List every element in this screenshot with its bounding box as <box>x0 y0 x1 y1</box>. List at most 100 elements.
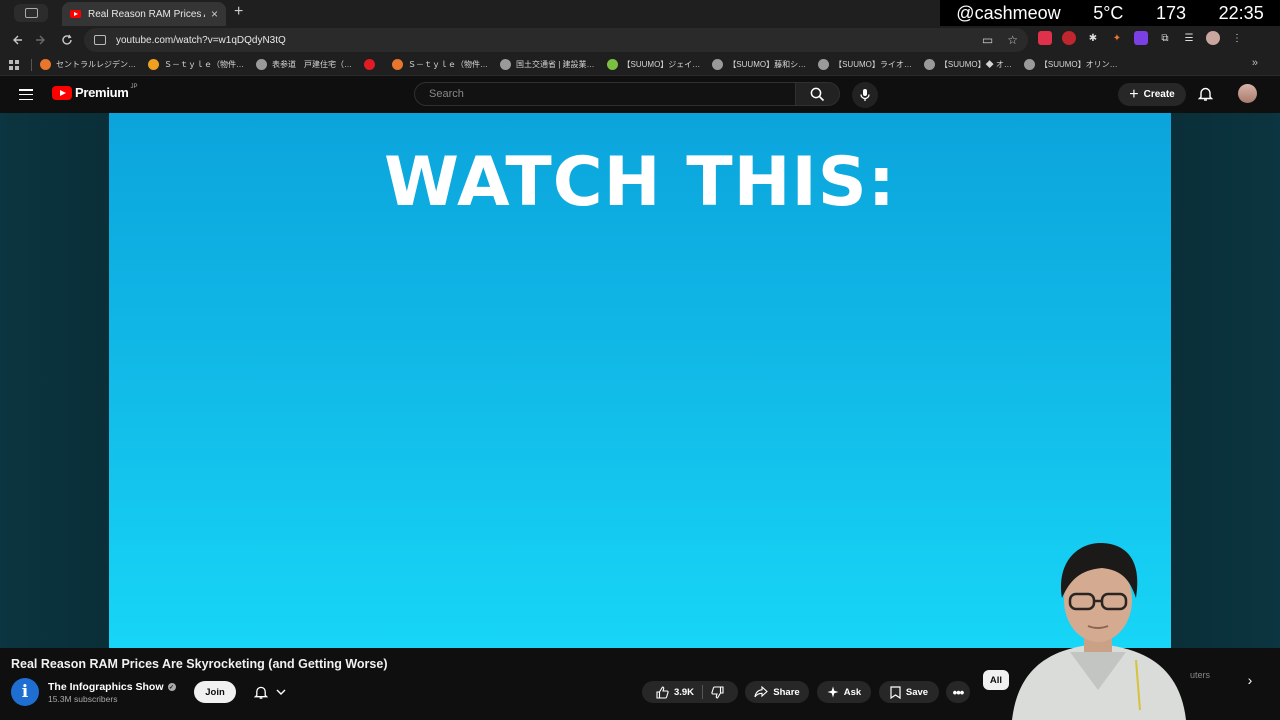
reading-list-icon[interactable]: ☰ <box>1182 31 1196 45</box>
extension-circle-icon[interactable] <box>1062 31 1076 45</box>
reload-button[interactable] <box>58 31 76 49</box>
youtube-favicon-icon <box>70 10 81 18</box>
address-bar[interactable]: youtube.com/watch?v=w1qDQdyN3tQ ▭ ☆ <box>84 28 1028 52</box>
status-overlay: @cashmeow 5°C 173 22:35 <box>940 0 1280 26</box>
share-button[interactable]: Share <box>745 681 809 703</box>
back-arrow-icon <box>13 35 22 45</box>
channel-name[interactable]: The Infographics Show <box>48 681 164 693</box>
extension-purple-icon[interactable] <box>1134 31 1148 45</box>
bookmark-favicon-icon <box>40 59 51 70</box>
bookmark-item[interactable]: 国土交通省 | 建設業… <box>500 59 595 70</box>
share-label: Share <box>773 686 800 698</box>
bookmark-item[interactable]: 【SUUMO】ジェイ… <box>606 59 700 70</box>
create-button[interactable]: + Create <box>1118 83 1186 106</box>
profile-avatar[interactable] <box>1206 31 1220 45</box>
search-box <box>414 82 796 106</box>
extensions-row: ✱ ✦ ⧉ ☰ ⋮ <box>1038 31 1244 45</box>
bookmark-item[interactable]: Ｓ－ｔｙｌｅ（物件… <box>148 59 244 70</box>
bookmark-favicon-icon <box>500 59 511 70</box>
bookmark-item[interactable]: 表参道 戸建住宅（… <box>256 59 352 70</box>
bookmark-label: 【SUUMO】◆ オ… <box>939 60 1012 69</box>
bookmark-item[interactable]: 【SUUMO】藤和シ… <box>712 59 806 70</box>
extension-red-icon[interactable] <box>1038 31 1052 45</box>
browser-menu-icon[interactable]: ⋮ <box>1230 31 1244 45</box>
verified-icon: ✓ <box>167 683 176 691</box>
bookmark-item[interactable]: セントラルレジデン… <box>40 59 136 70</box>
bookmark-label: Ｓ－ｔｙｌｅ（物件… <box>164 60 244 69</box>
bookmark-label: セントラルレジデン… <box>56 60 136 69</box>
notifications-button[interactable] <box>1197 86 1214 107</box>
save-button[interactable]: Save <box>879 681 939 703</box>
video-frame-text: WATCH THIS: <box>384 143 896 222</box>
bookmarks-overflow-icon[interactable]: » <box>1252 57 1258 69</box>
bookmark-item[interactable] <box>364 59 380 70</box>
subscription-notification-button[interactable] <box>244 681 296 703</box>
bookmarks-separator <box>31 58 32 71</box>
tab-overview-button[interactable] <box>14 4 48 22</box>
channel-avatar[interactable]: i <box>11 678 39 706</box>
browser-toolbar: youtube.com/watch?v=w1qDQdyN3tQ ▭ ☆ ✱ ✦ … <box>0 26 1280 54</box>
bookmark-item[interactable]: 【SUUMO】オリン… <box>1023 59 1118 70</box>
bookmark-favicon-icon <box>923 59 935 70</box>
menu-icon[interactable] <box>19 89 33 101</box>
bookmark-favicon-icon <box>818 59 830 70</box>
url-text[interactable]: youtube.com/watch?v=w1qDQdyN3tQ <box>116 35 968 46</box>
bookmark-favicon-icon <box>712 59 724 70</box>
channel-name-row[interactable]: The Infographics Show ✓ <box>48 681 176 693</box>
join-button[interactable]: Join <box>194 681 236 703</box>
overlay-temperature: 5°C <box>1093 2 1124 23</box>
dislike-button[interactable] <box>703 685 732 699</box>
youtube-premium-logo[interactable]: Premium JP <box>52 84 138 100</box>
voice-search-button[interactable] <box>852 82 878 108</box>
extensions-puzzle-icon[interactable]: ⧉ <box>1158 31 1172 45</box>
webcam-person-overlay <box>1012 542 1186 720</box>
logo-text: Premium <box>75 85 129 100</box>
microphone-icon <box>860 89 870 101</box>
like-button[interactable]: 3.9K <box>648 685 702 699</box>
new-tab-button[interactable]: + <box>234 3 243 21</box>
more-actions-button[interactable]: ••• <box>946 681 970 703</box>
account-avatar[interactable] <box>1238 84 1257 103</box>
ask-button[interactable]: Ask <box>817 681 871 703</box>
overlay-count: 173 <box>1156 2 1187 23</box>
tab-title: Real Reason RAM Prices Are <box>88 8 205 20</box>
search-input[interactable] <box>427 87 783 101</box>
forward-arrow-icon <box>36 35 45 45</box>
like-dislike-group: 3.9K <box>642 681 738 703</box>
bookmark-favicon-icon <box>1023 59 1035 70</box>
back-button[interactable] <box>8 31 26 49</box>
share-arrow-icon <box>754 686 769 698</box>
tab-youtube[interactable]: Real Reason RAM Prices Are × <box>62 2 226 26</box>
video-title: Real Reason RAM Prices Are Skyrocketing … <box>11 657 388 671</box>
create-label: Create <box>1143 89 1175 100</box>
reload-icon <box>62 34 72 45</box>
save-label: Save <box>905 686 929 698</box>
bookmark-favicon-icon <box>606 59 618 70</box>
bookmark-item[interactable]: 【SUUMO】ライオ… <box>818 59 912 70</box>
bookmark-label: 国土交通省 | 建設業… <box>516 60 595 69</box>
overlay-handle: @cashmeow <box>956 2 1061 23</box>
apps-grid-icon[interactable] <box>9 59 19 70</box>
overlay-time: 22:35 <box>1218 2 1264 23</box>
bookmark-favicon-icon <box>148 59 159 70</box>
tab-close-icon[interactable]: × <box>211 7 218 21</box>
extension-bug-icon[interactable]: ✱ <box>1086 31 1100 45</box>
youtube-play-icon <box>52 85 72 100</box>
chip-next-icon[interactable]: › <box>1240 670 1260 690</box>
bookmarks-bar: セントラルレジデン… Ｓ－ｔｙｌｅ（物件… 表参道 戸建住宅（… Ｓ－ｔｙｌｅ（物件…… <box>0 54 1280 76</box>
bookmark-item[interactable]: 【SUUMO】◆ オ… <box>923 59 1012 70</box>
forward-button[interactable] <box>32 31 50 49</box>
site-info-icon[interactable] <box>94 35 106 45</box>
extension-orange-icon[interactable]: ✦ <box>1110 31 1124 45</box>
chevron-down-icon <box>276 689 286 695</box>
browser-tab-strip: Real Reason RAM Prices Are × + @cashmeow… <box>0 0 1280 26</box>
ask-label: Ask <box>843 686 862 698</box>
subscriber-count: 15.3M subscribers <box>48 694 118 704</box>
save-playlist-icon <box>890 685 901 699</box>
bookmark-item[interactable]: Ｓ－ｔｙｌｅ（物件… <box>392 59 488 70</box>
bookmark-favicon-icon <box>364 59 375 70</box>
search-button[interactable] <box>795 82 840 106</box>
bookmark-star-icon[interactable]: ☆ <box>1007 33 1018 47</box>
cast-icon[interactable]: ▭ <box>982 33 993 47</box>
bookmark-label: 【SUUMO】藤和シ… <box>728 60 807 69</box>
